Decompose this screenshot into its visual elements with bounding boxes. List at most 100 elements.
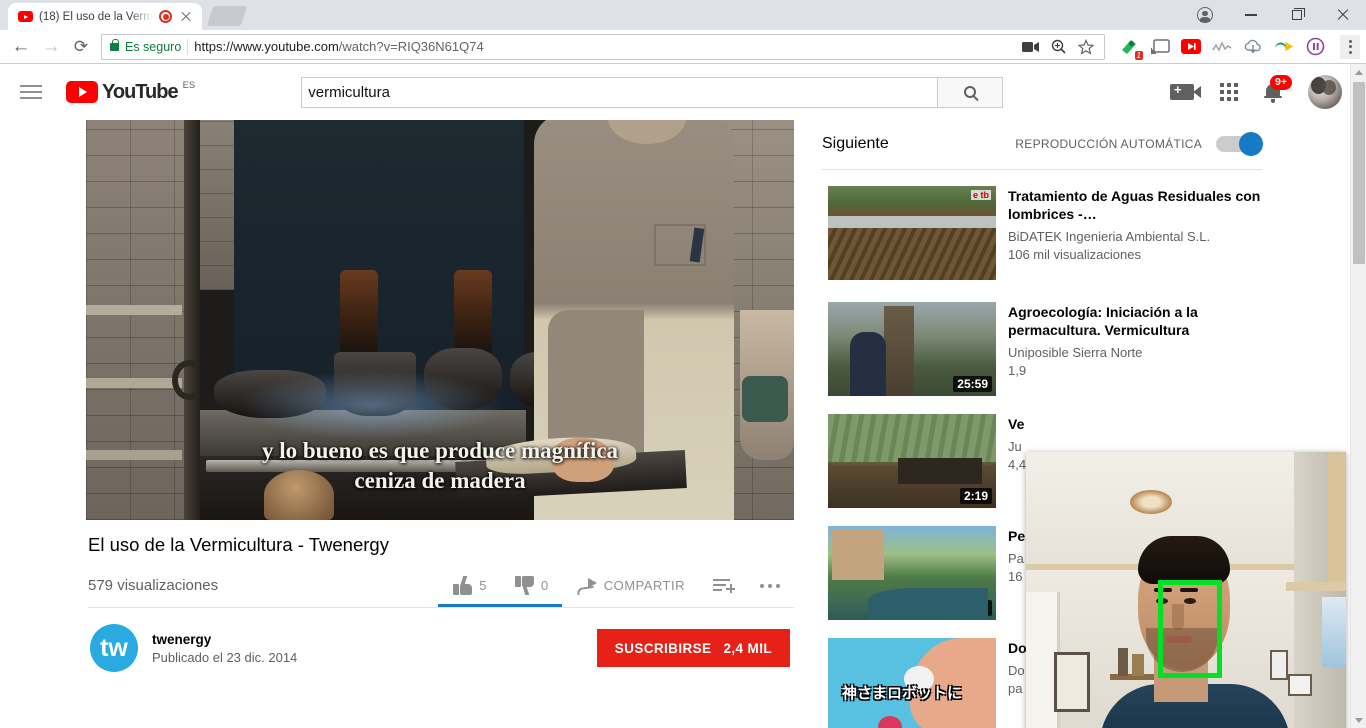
browser-tab[interactable]: (18) El uso de la Verm — [8, 3, 202, 30]
chrome-menu-icon[interactable] — [1340, 35, 1360, 59]
minimize-icon[interactable] — [1228, 0, 1274, 30]
youtube-header: YouTube ES 9+ — [0, 64, 1366, 120]
address-bar-url: https://www.youtube.com/watch?v=RIQ36N61… — [194, 39, 483, 54]
close-icon[interactable] — [178, 9, 194, 25]
publish-date: Publicado el 23 dic. 2014 — [152, 650, 297, 665]
like-count: 5 — [479, 578, 487, 593]
browser-window: (18) El uso de la Verm ← → ⟳ Es seguro h… — [0, 0, 1366, 728]
video-thumbnail[interactable]: 神さまロボットに — [828, 638, 996, 728]
subscribe-button[interactable]: SUSCRIBIRSE 2,4 MIL — [597, 629, 790, 667]
share-label: COMPARTIR — [604, 578, 685, 593]
video-duration: 30:53 — [953, 600, 992, 616]
video-thumbnail[interactable]: 2:19 — [828, 414, 996, 508]
player-column: y lo bueno es que produce magnífica ceni… — [86, 120, 794, 728]
pause-extension-icon[interactable] — [1305, 37, 1325, 57]
tab-title: (18) El uso de la Verm — [39, 11, 153, 23]
forward-arrow-icon[interactable]: → — [36, 32, 66, 62]
video-views: 16 — [1008, 569, 1025, 584]
video-duration: 25:59 — [953, 376, 992, 392]
scroll-up-arrow[interactable] — [1351, 64, 1366, 80]
scroll-down-arrow[interactable] — [1351, 712, 1366, 728]
video-meta-row: 579 visualizaciones 5 0 — [88, 576, 794, 595]
youtube-logo[interactable]: YouTube ES — [66, 81, 195, 103]
video-views: 4,4 — [1008, 457, 1026, 472]
video-duration: 2:19 — [960, 488, 992, 504]
reload-icon[interactable]: ⟳ — [66, 32, 96, 62]
address-bar[interactable]: Es seguro https://www.youtube.com/watch?… — [101, 34, 1105, 60]
channel-avatar[interactable]: tw — [90, 624, 138, 672]
video-details: Do Do pa — [1008, 638, 1027, 728]
subtitle-line-2: ceniza de madera — [86, 466, 794, 496]
analytics-extension-icon[interactable] — [1212, 37, 1232, 57]
video-title[interactable]: Agroecología: Iniciación a la permacultu… — [1008, 303, 1262, 339]
new-tab-button[interactable] — [207, 6, 247, 26]
more-options-icon[interactable] — [746, 584, 790, 588]
video-subtitles: y lo bueno es que produce magnífica ceni… — [86, 436, 794, 496]
video-channel: BiDATEK Ingenieria Ambiental S.L. — [1008, 229, 1262, 244]
notifications-button[interactable]: 9+ — [1264, 83, 1282, 102]
omnibox-divider — [187, 39, 188, 55]
ceiling-lamp — [1130, 490, 1172, 514]
browser-toolbar: ← → ⟳ Es seguro https://www.youtube.com/… — [0, 30, 1366, 64]
youtube-downloader-extension-icon[interactable] — [1181, 37, 1201, 57]
search-bar — [301, 77, 1003, 108]
webcam-overlay-panel[interactable]: Face Detected — [1026, 452, 1346, 728]
view-count: 579 visualizaciones — [88, 577, 218, 594]
subscriber-count: 2,4 MIL — [723, 641, 772, 656]
share-extension-icon[interactable] — [1274, 37, 1294, 57]
autoplay-control[interactable]: REPRODUCCIÓN AUTOMÁTICA — [1015, 136, 1262, 152]
video-thumbnail[interactable]: 25:59 — [828, 302, 996, 396]
dislike-count: 0 — [541, 578, 549, 593]
autoplay-toggle[interactable] — [1216, 136, 1262, 152]
add-to-playlist-icon — [713, 578, 732, 593]
video-views: pa — [1008, 681, 1027, 696]
upload-video-icon[interactable] — [1170, 84, 1194, 100]
subscribe-label: SUSCRIBIRSE — [615, 641, 712, 656]
video-duration: 7:37 — [960, 260, 992, 276]
profile-icon[interactable] — [1182, 0, 1228, 30]
search-input[interactable] — [301, 77, 937, 108]
maximize-icon[interactable] — [1274, 0, 1320, 30]
dislike-button[interactable]: 0 — [501, 576, 563, 595]
video-title[interactable]: Do — [1008, 639, 1027, 657]
video-title[interactable]: Tratamiento de Aguas Residuales con lomb… — [1008, 187, 1262, 223]
video-thumbnail[interactable]: 30:53 — [828, 526, 996, 620]
screen-recorder-extension-icon[interactable]: 1 — [1119, 37, 1139, 57]
list-item[interactable]: e tb 7:37 Tratamiento de Aguas Residuale… — [822, 170, 1262, 280]
zoom-icon[interactable] — [1051, 39, 1066, 54]
url-path: /watch?v=RIQ36N61Q74 — [339, 39, 484, 54]
bookmark-star-icon[interactable] — [1078, 39, 1094, 55]
video-actions: 5 0 COMPARTIR — [439, 576, 794, 595]
youtube-play-icon — [66, 81, 98, 103]
channel-name[interactable]: twenergy — [152, 632, 297, 647]
add-to-playlist-button[interactable] — [699, 578, 746, 593]
list-item[interactable]: 25:59 Agroecología: Iniciación a la perm… — [822, 280, 1262, 396]
camera-icon[interactable] — [1022, 41, 1039, 53]
channel-text: twenergy Publicado el 23 dic. 2014 — [152, 632, 297, 665]
cloud-save-extension-icon[interactable] — [1243, 37, 1263, 57]
extension-badge: 1 — [1135, 51, 1143, 60]
back-arrow-icon[interactable]: ← — [6, 32, 36, 62]
page-scrollbar[interactable] — [1350, 64, 1366, 728]
video-title[interactable]: Pe — [1008, 527, 1025, 545]
video-details: Ve Ju 4,4 — [1008, 414, 1026, 508]
cast-extension-icon[interactable] — [1150, 37, 1170, 57]
video-channel: Pa — [1008, 551, 1025, 566]
video-thumbnail[interactable]: e tb 7:37 — [828, 186, 996, 280]
page-title: El uso de la Vermicultura - Twenergy — [88, 534, 794, 556]
record-icon[interactable] — [159, 10, 172, 23]
video-title[interactable]: Ve — [1008, 415, 1026, 433]
security-label: Es seguro — [125, 40, 181, 54]
apps-grid-icon[interactable] — [1220, 83, 1238, 101]
video-player[interactable]: y lo bueno es que produce magnífica ceni… — [86, 120, 794, 520]
close-icon[interactable] — [1320, 0, 1366, 30]
like-button[interactable]: 5 — [439, 576, 501, 595]
scroll-thumb[interactable] — [1353, 82, 1365, 264]
tab-strip: (18) El uso de la Verm — [0, 0, 1366, 30]
video-details: Tratamiento de Aguas Residuales con lomb… — [1008, 186, 1262, 280]
share-button[interactable]: COMPARTIR — [563, 578, 699, 594]
youtube-wordmark: YouTube — [102, 81, 178, 103]
avatar[interactable] — [1308, 75, 1342, 109]
hamburger-menu-icon[interactable] — [20, 80, 44, 104]
search-button[interactable] — [937, 77, 1003, 108]
